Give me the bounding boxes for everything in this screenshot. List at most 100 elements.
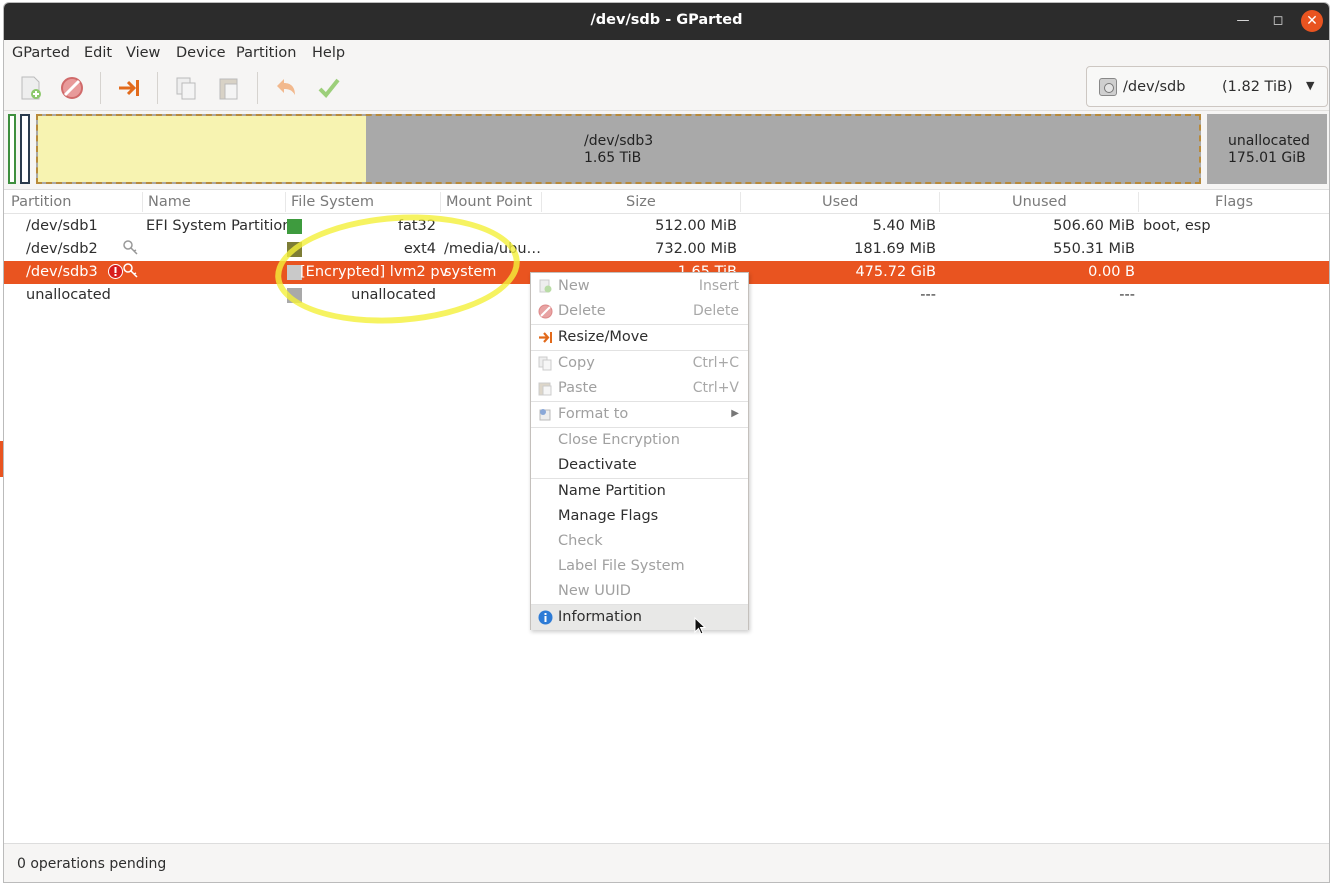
table-row[interactable]: /dev/sdb1 EFI System Partition fat32 512… <box>4 215 1329 238</box>
column-mount-point[interactable]: Mount Point <box>446 194 532 210</box>
menu-edit[interactable]: Edit <box>84 45 112 61</box>
menu-partition[interactable]: Partition <box>236 45 296 61</box>
cell-flags: boot, esp <box>1143 218 1211 234</box>
menu-item-delete[interactable]: Delete Delete <box>531 299 748 324</box>
column-divider <box>1138 192 1139 212</box>
column-divider <box>541 192 542 212</box>
menu-view[interactable]: View <box>126 45 160 61</box>
copy-icon[interactable] <box>172 74 200 102</box>
menu-item-deactivate[interactable]: Deactivate <box>531 453 748 478</box>
context-menu: New Insert Delete Delete Resize/Move Cop… <box>530 272 749 630</box>
menu-gparted[interactable]: GParted <box>12 45 70 61</box>
toolbar-separator <box>100 72 101 104</box>
disk-map: /dev/sdb3 1.65 TiB unallocated 175.01 Gi… <box>8 111 1327 187</box>
column-unused[interactable]: Unused <box>1012 194 1067 210</box>
paste-icon <box>538 381 553 396</box>
column-divider <box>440 192 441 212</box>
table-row[interactable]: /dev/sdb2 ext4 /media/ubu… 732.00 MiB 18… <box>4 238 1329 261</box>
harddisk-icon <box>1099 78 1117 96</box>
cell-used: 181.69 MiB <box>854 241 936 257</box>
device-name: /dev/sdb <box>1123 79 1186 95</box>
menu-item-label: Label File System <box>558 558 685 574</box>
cell-used: --- <box>920 287 936 303</box>
diskmap-unallocated-size: 175.01 GiB <box>1228 150 1306 166</box>
menu-item-label-file-system[interactable]: Label File System <box>531 554 748 579</box>
menu-item-label: Delete <box>558 303 606 319</box>
menu-item-label: New UUID <box>558 583 631 599</box>
cell-size: 732.00 MiB <box>655 241 737 257</box>
diskmap-sdb3-label: /dev/sdb3 1.65 TiB <box>584 133 653 167</box>
menu-item-new[interactable]: New Insert <box>531 274 748 299</box>
new-partition-icon[interactable] <box>16 74 44 102</box>
diskmap-unallocated-label: unallocated 175.01 GiB <box>1228 133 1310 167</box>
menu-item-new-uuid[interactable]: New UUID <box>531 579 748 604</box>
paste-icon[interactable] <box>215 74 243 102</box>
cell-unused: --- <box>1119 287 1135 303</box>
delete-icon[interactable] <box>58 74 86 102</box>
diskmap-sdb1[interactable] <box>8 114 16 184</box>
menu-item-manage-flags[interactable]: Manage Flags <box>531 504 748 529</box>
menu-item-label: Resize/Move <box>558 329 649 345</box>
menu-item-close-encryption[interactable]: Close Encryption <box>531 428 748 453</box>
menu-item-label: Name Partition <box>558 483 666 499</box>
close-button[interactable]: ✕ <box>1301 10 1323 32</box>
column-file-system[interactable]: File System <box>291 194 374 210</box>
key-icon <box>123 263 139 283</box>
device-selector[interactable]: /dev/sdb (1.82 TiB) ▼ <box>1086 66 1328 107</box>
menu-item-information[interactable]: Information <box>531 605 748 630</box>
column-partition[interactable]: Partition <box>11 194 71 210</box>
menu-item-accelerator: Ctrl+V <box>692 380 739 396</box>
diskmap-sdb3[interactable]: /dev/sdb3 1.65 TiB <box>36 114 1201 184</box>
menu-item-name-partition[interactable]: Name Partition <box>531 479 748 504</box>
diskmap-unallocated[interactable]: unallocated 175.01 GiB <box>1207 114 1327 184</box>
resize-move-icon <box>538 330 553 345</box>
menu-bar: GParted Edit View Device Partition Help <box>4 40 1329 66</box>
mouse-pointer-icon <box>694 616 707 639</box>
copy-icon <box>538 356 553 371</box>
menu-item-label: Deactivate <box>558 457 637 473</box>
cell-unused: 0.00 B <box>1088 264 1135 280</box>
undo-icon[interactable] <box>272 74 300 102</box>
toolbar-separator <box>157 72 158 104</box>
column-divider <box>285 192 286 212</box>
submenu-arrow-icon: ▶ <box>731 408 739 419</box>
menu-item-format-to[interactable]: Format to ▶ <box>531 402 748 427</box>
dropdown-arrow-icon: ▼ <box>1306 79 1315 92</box>
info-icon <box>538 610 553 625</box>
device-size: (1.82 TiB) <box>1222 79 1293 95</box>
menu-item-copy[interactable]: Copy Ctrl+C <box>531 351 748 376</box>
column-name[interactable]: Name <box>148 194 191 210</box>
status-text: 0 operations pending <box>17 856 167 872</box>
resize-move-icon[interactable] <box>115 74 143 102</box>
new-partition-icon <box>538 279 553 294</box>
cell-size: 512.00 MiB <box>655 218 737 234</box>
menu-item-label: Check <box>558 533 603 549</box>
menu-item-label: Format to <box>558 406 629 422</box>
menu-item-resize-move[interactable]: Resize/Move <box>531 325 748 350</box>
cell-name: EFI System Partition <box>146 218 292 234</box>
maximize-button[interactable]: ◻ <box>1267 10 1289 32</box>
column-divider <box>740 192 741 212</box>
column-used[interactable]: Used <box>822 194 858 210</box>
menu-item-check[interactable]: Check <box>531 529 748 554</box>
minimize-button[interactable]: — <box>1232 10 1254 32</box>
cell-partition: unallocated <box>26 287 111 303</box>
fs-color-swatch <box>287 219 302 234</box>
format-icon <box>538 407 553 422</box>
apply-icon[interactable] <box>315 74 343 102</box>
column-size[interactable]: Size <box>626 194 656 210</box>
title-bar[interactable]: /dev/sdb - GParted — ◻ ✕ <box>4 3 1329 40</box>
menu-item-accelerator: Insert <box>698 278 739 294</box>
menu-item-paste[interactable]: Paste Ctrl+V <box>531 376 748 401</box>
menu-device[interactable]: Device <box>176 45 226 61</box>
cell-partition: /dev/sdb3 <box>26 264 98 280</box>
menu-item-label: Copy <box>558 355 595 371</box>
toolbar: /dev/sdb (1.82 TiB) ▼ <box>4 66 1329 111</box>
menu-help[interactable]: Help <box>312 45 345 61</box>
menu-item-accelerator: Delete <box>693 303 739 319</box>
menu-item-label: Manage Flags <box>558 508 659 524</box>
delete-icon <box>538 304 553 319</box>
diskmap-sdb2[interactable] <box>20 114 30 184</box>
menu-item-label: Information <box>558 609 642 625</box>
column-flags[interactable]: Flags <box>1215 194 1253 210</box>
